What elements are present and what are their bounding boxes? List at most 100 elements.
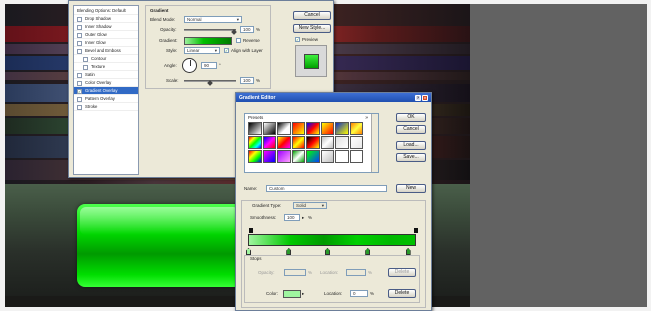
style-list-item[interactable]: Bevel and Emboss — [74, 47, 138, 55]
angle-label: Angle: — [164, 63, 177, 68]
gradient-type-select[interactable]: Solid ▾ — [293, 202, 327, 209]
gradient-preset[interactable] — [291, 150, 305, 163]
style-list-item[interactable]: ✓ Gradient Overlay — [74, 87, 138, 95]
style-checkbox[interactable] — [77, 40, 82, 46]
opacity-field[interactable]: 100 — [240, 26, 254, 33]
gradient-editor-titlebar[interactable]: Gradient Editor ? × — [236, 93, 431, 102]
preview-checkbox[interactable]: ✓ — [295, 37, 300, 42]
gradient-preset[interactable] — [320, 122, 334, 135]
gradient-preset[interactable] — [335, 122, 349, 135]
style-preview — [295, 45, 327, 77]
preview-swatch — [304, 54, 319, 69]
gradient-preset[interactable] — [349, 122, 363, 135]
panel-title: Gradient — [150, 8, 169, 13]
chevron-right-icon[interactable]: ▸ — [302, 215, 304, 221]
angle-dial[interactable] — [182, 58, 197, 73]
style-list-item[interactable]: Drop Shadow — [74, 15, 138, 23]
load-button[interactable]: Load... — [396, 141, 426, 150]
stop-opacity-location-label: Location: — [320, 270, 339, 275]
style-checkbox[interactable] — [77, 96, 82, 102]
style-checkbox[interactable] — [77, 24, 82, 30]
delete-opacity-stop-button: Delete — [388, 268, 416, 277]
style-checkbox[interactable] — [77, 72, 82, 78]
save-button[interactable]: Save... — [396, 153, 426, 162]
style-list-item[interactable]: Texture — [74, 63, 138, 71]
style-checkbox[interactable] — [77, 32, 82, 38]
gradient-swatch[interactable] — [184, 37, 232, 45]
presets-box: Presets » — [244, 113, 379, 173]
style-list-item[interactable]: Blending Options: Default — [74, 7, 138, 15]
gradient-preset[interactable] — [248, 150, 262, 163]
gradient-preset[interactable] — [306, 150, 320, 163]
style-list-item[interactable]: Inner Shadow — [74, 23, 138, 31]
gradient-preset[interactable] — [277, 136, 291, 149]
close-icon[interactable]: × — [422, 94, 428, 101]
gradient-preset[interactable] — [349, 150, 363, 163]
name-label: Name: — [244, 186, 258, 191]
gradient-preset[interactable] — [291, 122, 305, 135]
angle-field[interactable]: 90 — [201, 62, 217, 69]
style-checkbox[interactable] — [77, 16, 82, 22]
style-list-item[interactable]: Contour — [74, 55, 138, 63]
gradient-preset[interactable] — [262, 122, 276, 135]
gradient-preset[interactable] — [262, 136, 276, 149]
gradient-preset[interactable] — [277, 122, 291, 135]
presets-menu-icon[interactable]: » — [365, 115, 368, 121]
presets-scrollbar[interactable] — [371, 114, 378, 172]
style-checkbox[interactable] — [77, 48, 82, 54]
style-list-item[interactable]: Outer Glow — [74, 31, 138, 39]
style-checkbox[interactable] — [83, 64, 88, 70]
opacity-slider[interactable] — [184, 29, 236, 31]
cancel-button[interactable]: Cancel — [293, 11, 331, 20]
align-with-layer-checkbox[interactable]: ✓ — [224, 48, 229, 53]
cancel-button[interactable]: Cancel — [396, 125, 426, 134]
gradient-bar[interactable] — [248, 234, 416, 246]
dialog-title: Gradient Editor — [239, 94, 276, 101]
style-list-item[interactable]: Stroke — [74, 103, 138, 111]
blend-mode-select[interactable]: Normal ▾ — [184, 16, 242, 23]
style-item-label: Outer Glow — [85, 32, 107, 37]
gradient-preset[interactable] — [248, 122, 262, 135]
reverse-checkbox[interactable] — [236, 38, 241, 43]
style-select[interactable]: Linear ▾ — [184, 47, 220, 54]
style-list-item[interactable]: Inner Glow — [74, 39, 138, 47]
gradient-preset[interactable] — [349, 136, 363, 149]
style-checkbox[interactable] — [77, 80, 82, 86]
smoothness-field[interactable]: 100 — [284, 214, 300, 221]
gradient-preset[interactable] — [277, 150, 291, 163]
style-list-item[interactable]: Pattern Overlay — [74, 95, 138, 103]
stop-color-swatch[interactable] — [283, 290, 301, 298]
gradient-preset[interactable] — [291, 136, 305, 149]
style-list-item[interactable]: Satin — [74, 71, 138, 79]
name-field[interactable]: Custom — [266, 185, 387, 192]
style-checkbox[interactable] — [77, 104, 82, 110]
green-gradient-shape[interactable] — [77, 204, 242, 287]
gradient-label: Gradient: — [159, 38, 178, 43]
style-list-item[interactable]: Color Overlay — [74, 79, 138, 87]
new-button[interactable]: New — [396, 184, 426, 193]
new-style-button[interactable]: New Style... — [293, 24, 331, 33]
style-checkbox[interactable]: ✓ — [77, 88, 82, 94]
gradient-preset[interactable] — [306, 122, 320, 135]
gradient-preset[interactable] — [335, 136, 349, 149]
gradient-preset[interactable] — [320, 136, 334, 149]
align-with-layer-label: Align with Layer — [231, 48, 263, 53]
gradient-preset[interactable] — [320, 150, 334, 163]
opacity-stop-right[interactable] — [414, 228, 418, 233]
ok-button[interactable]: OK — [396, 113, 426, 122]
stop-color-location-field[interactable]: 0 — [350, 290, 368, 297]
style-checkbox[interactable] — [83, 56, 88, 62]
gradient-preset[interactable] — [335, 150, 349, 163]
help-icon[interactable]: ? — [415, 94, 421, 101]
delete-color-stop-button[interactable]: Delete — [388, 289, 416, 298]
style-item-label: Texture — [91, 64, 106, 69]
opacity-stop-left[interactable] — [249, 228, 253, 233]
style-item-label: Blending Options: Default — [77, 8, 126, 13]
gradient-preset[interactable] — [306, 136, 320, 149]
gradient-preset[interactable] — [248, 136, 262, 149]
presets-label: Presets — [248, 115, 264, 120]
chevron-right-icon[interactable]: ▸ — [302, 291, 304, 297]
gradient-preset[interactable] — [262, 150, 276, 163]
scale-field[interactable]: 100 — [240, 77, 254, 84]
style-label: Style: — [166, 48, 178, 53]
